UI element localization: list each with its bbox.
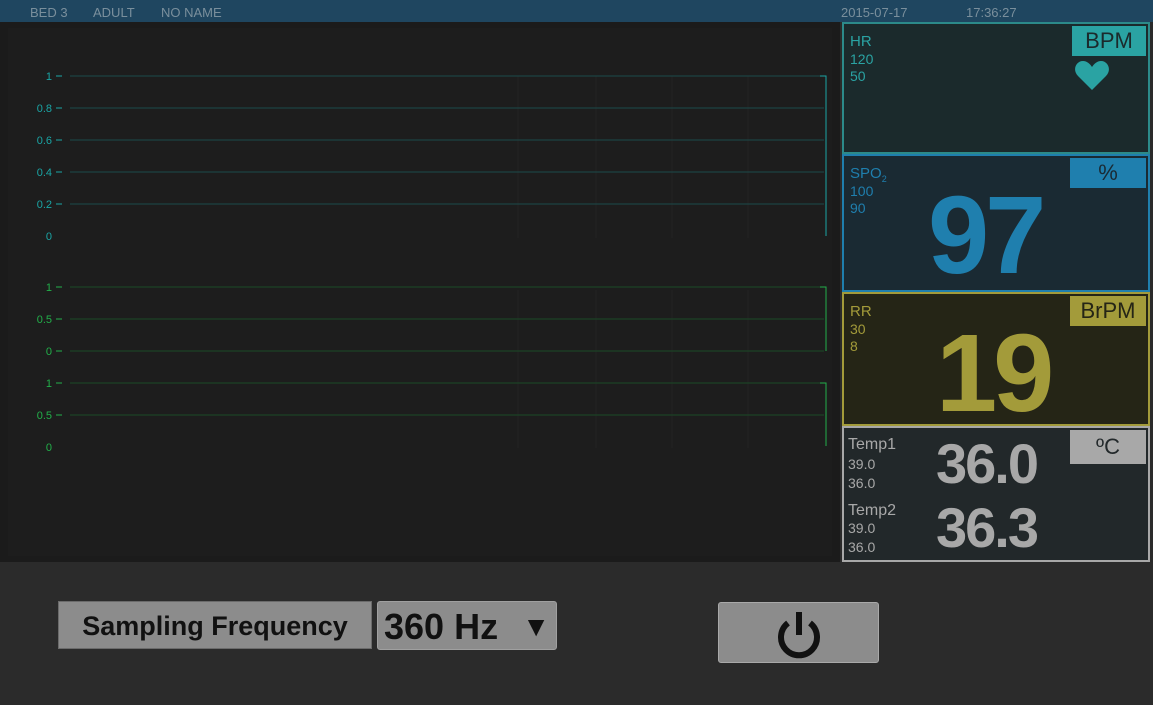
spo2-high-limit: 100 xyxy=(850,183,874,199)
sampling-frequency-label: Sampling Frequency xyxy=(58,601,372,649)
temp1-low-limit: 36.0 xyxy=(848,475,876,491)
spo2-panel: SPO2 100 90 % 97 xyxy=(842,154,1150,296)
power-button[interactable] xyxy=(718,602,879,663)
lower-tick-label: 1 xyxy=(46,282,52,294)
upper-tick-label: 0.8 xyxy=(37,103,52,115)
upper-chart: 1 0.8 0.6 0.4 0.2 0 xyxy=(37,71,827,243)
hr-unit-badge: BPM xyxy=(1072,26,1146,56)
temp-unit: ºC xyxy=(1096,434,1120,459)
rr-unit-badge: BrPM xyxy=(1070,296,1146,326)
hr-panel: HR 120 50 BPM xyxy=(842,22,1150,154)
power-icon xyxy=(778,612,820,659)
rr-label: RR xyxy=(850,303,872,320)
dropdown-arrow-icon: ▼ xyxy=(522,611,550,642)
upper-tick-marks xyxy=(56,75,62,205)
rr-low-limit: 8 xyxy=(850,338,858,354)
time-display: 17:36:27 xyxy=(966,5,1017,20)
heart-icon xyxy=(1075,61,1109,90)
temp2-value: 36.3 xyxy=(936,496,1039,559)
rr-panel: RR 30 8 BrPM 19 xyxy=(842,292,1150,434)
temp2-low-limit: 36.0 xyxy=(848,539,876,555)
upper-tick-label: 0.2 xyxy=(37,199,52,211)
upper-tick-label: 0 xyxy=(46,231,52,243)
temp1-high-limit: 39.0 xyxy=(848,456,876,472)
hr-label: HR xyxy=(850,33,872,50)
patient-name: NO NAME xyxy=(161,5,222,20)
lower-tick-label: 0 xyxy=(46,442,52,454)
status-bar: BED 3 ADULT NO NAME 2015-07-17 17:36:27 xyxy=(0,0,1153,22)
lower-tick-label: 0 xyxy=(46,346,52,358)
spo2-value: 97 xyxy=(928,174,1046,297)
sampling-frequency-select[interactable]: 360 Hz ▼ xyxy=(377,601,557,650)
upper-tick-label: 1 xyxy=(46,71,52,83)
temp2-high-limit: 39.0 xyxy=(848,520,876,536)
hr-high-limit: 120 xyxy=(850,51,874,67)
temp-unit-badge: ºC xyxy=(1070,430,1146,464)
lower-tick-label: 0.5 xyxy=(37,410,52,422)
lower-gridlines xyxy=(70,286,824,416)
bed-label: BED 3 xyxy=(30,5,68,20)
waveform-panel: 1 0.8 0.6 0.4 0.2 0 1 0.5 0 1 0.5 0 xyxy=(8,28,832,556)
temp1-value: 36.0 xyxy=(936,432,1039,495)
upper-tick-label: 0.6 xyxy=(37,135,52,147)
spo2-label-text: SPO xyxy=(850,165,882,182)
waveform-area: 1 0.8 0.6 0.4 0.2 0 1 0.5 0 1 0.5 0 xyxy=(0,22,840,562)
hr-low-limit: 50 xyxy=(850,68,866,84)
upper-right-axis xyxy=(820,75,827,236)
lower-chart: 1 0.5 0 1 0.5 0 xyxy=(37,282,827,454)
vertical-dividers xyxy=(517,76,749,448)
temp-panel: ºC Temp1 39.0 36.0 36.0 Temp2 39.0 36.0 … xyxy=(842,426,1150,562)
spo2-low-limit: 90 xyxy=(850,200,866,216)
rr-high-limit: 30 xyxy=(850,321,866,337)
rr-unit: BrPM xyxy=(1080,298,1136,323)
temp1-label: Temp1 xyxy=(848,436,897,453)
temp2-label: Temp2 xyxy=(848,502,897,519)
spo2-unit: % xyxy=(1098,160,1118,185)
lower-tick-label: 0.5 xyxy=(37,314,52,326)
upper-tick-label: 0.4 xyxy=(37,167,52,179)
spo2-label-subscript: 2 xyxy=(881,174,887,184)
waveform-charts: 1 0.8 0.6 0.4 0.2 0 1 0.5 0 1 0.5 0 xyxy=(37,71,827,454)
sampling-frequency-value: 360 Hz xyxy=(384,606,499,647)
patient-type: ADULT xyxy=(93,5,135,20)
rr-value: 19 xyxy=(936,312,1054,435)
hr-unit: BPM xyxy=(1085,28,1133,53)
spo2-label: SPO2 xyxy=(850,165,887,184)
date-display: 2015-07-17 xyxy=(841,5,908,20)
spo2-unit-badge: % xyxy=(1070,158,1146,188)
lower-tick-label: 1 xyxy=(46,378,52,390)
lower-tick-marks xyxy=(56,286,62,416)
upper-gridlines xyxy=(70,75,824,205)
